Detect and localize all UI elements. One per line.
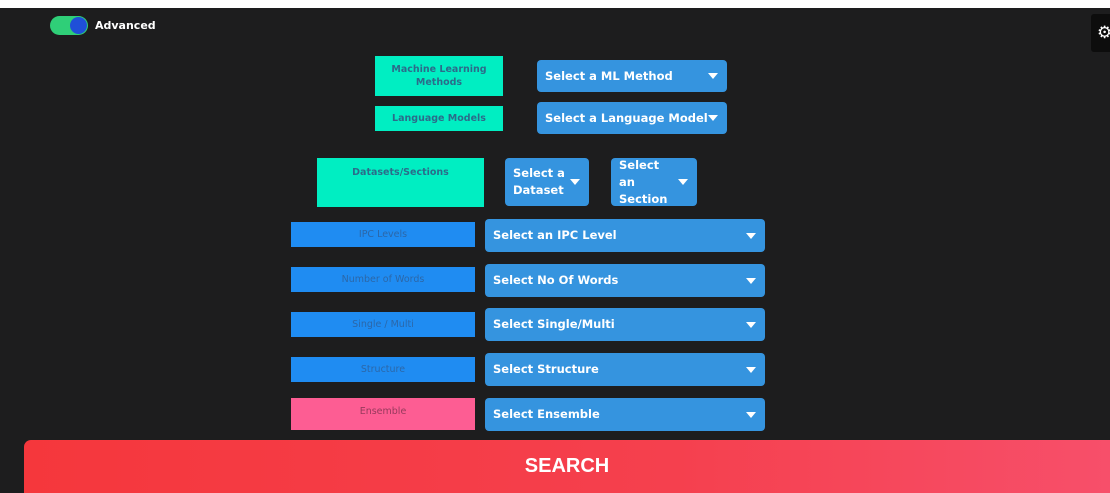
chevron-down-icon [746,321,756,328]
number-of-words-label: Number of Words [291,267,475,292]
toggle-knob [70,16,87,34]
chevron-down-icon [708,115,718,121]
ipc-levels-label: IPC Levels [291,222,475,247]
ensemble-select[interactable]: Select Ensemble [485,398,765,431]
chevron-down-icon [570,179,580,185]
language-model-select-value: Select a Language Model [545,110,708,125]
gear-icon[interactable]: ⚙ [1091,14,1110,52]
ml-method-select-value: Select a ML Method [545,68,673,83]
ml-method-select[interactable]: Select a ML Method [537,60,727,92]
search-button[interactable]: SEARCH [24,440,1110,493]
structure-select-value: Select Structure [493,362,599,376]
dataset-select-value: Select a Dataset [513,166,565,197]
section-select-value: Select an Section [619,157,668,206]
number-of-words-select[interactable]: Select No Of Words [485,264,765,297]
language-models-label: Language Models [375,106,503,131]
chevron-down-icon [678,179,688,185]
chevron-down-icon [746,277,756,284]
single-multi-select-value: Select Single/Multi [493,317,615,331]
number-of-words-select-value: Select No Of Words [493,273,619,287]
section-select[interactable]: Select an Section [611,158,697,206]
ensemble-select-value: Select Ensemble [493,407,600,421]
ml-methods-label: Machine Learning Methods [375,56,503,96]
chevron-down-icon [708,73,718,79]
language-model-select[interactable]: Select a Language Model [537,102,727,134]
datasets-sections-label: Datasets/Sections [317,158,484,207]
single-multi-label: Single / Multi [291,312,475,337]
structure-label: Structure [291,357,475,382]
dataset-select[interactable]: Select a Dataset [505,158,589,206]
structure-select[interactable]: Select Structure [485,353,765,386]
single-multi-select[interactable]: Select Single/Multi [485,308,765,341]
advanced-toggle-switch[interactable] [50,15,88,35]
advanced-toggle-label: Advanced [95,18,156,32]
chevron-down-icon [746,366,756,373]
chevron-down-icon [746,232,756,239]
ipc-level-select-value: Select an IPC Level [493,228,617,242]
app-panel: Advanced ⚙ Machine Learning Methods Sele… [0,8,1110,493]
advanced-toggle-group[interactable]: Advanced [50,15,156,35]
ensemble-label: Ensemble [291,398,475,430]
chevron-down-icon [746,411,756,418]
ipc-level-select[interactable]: Select an IPC Level [485,219,765,252]
